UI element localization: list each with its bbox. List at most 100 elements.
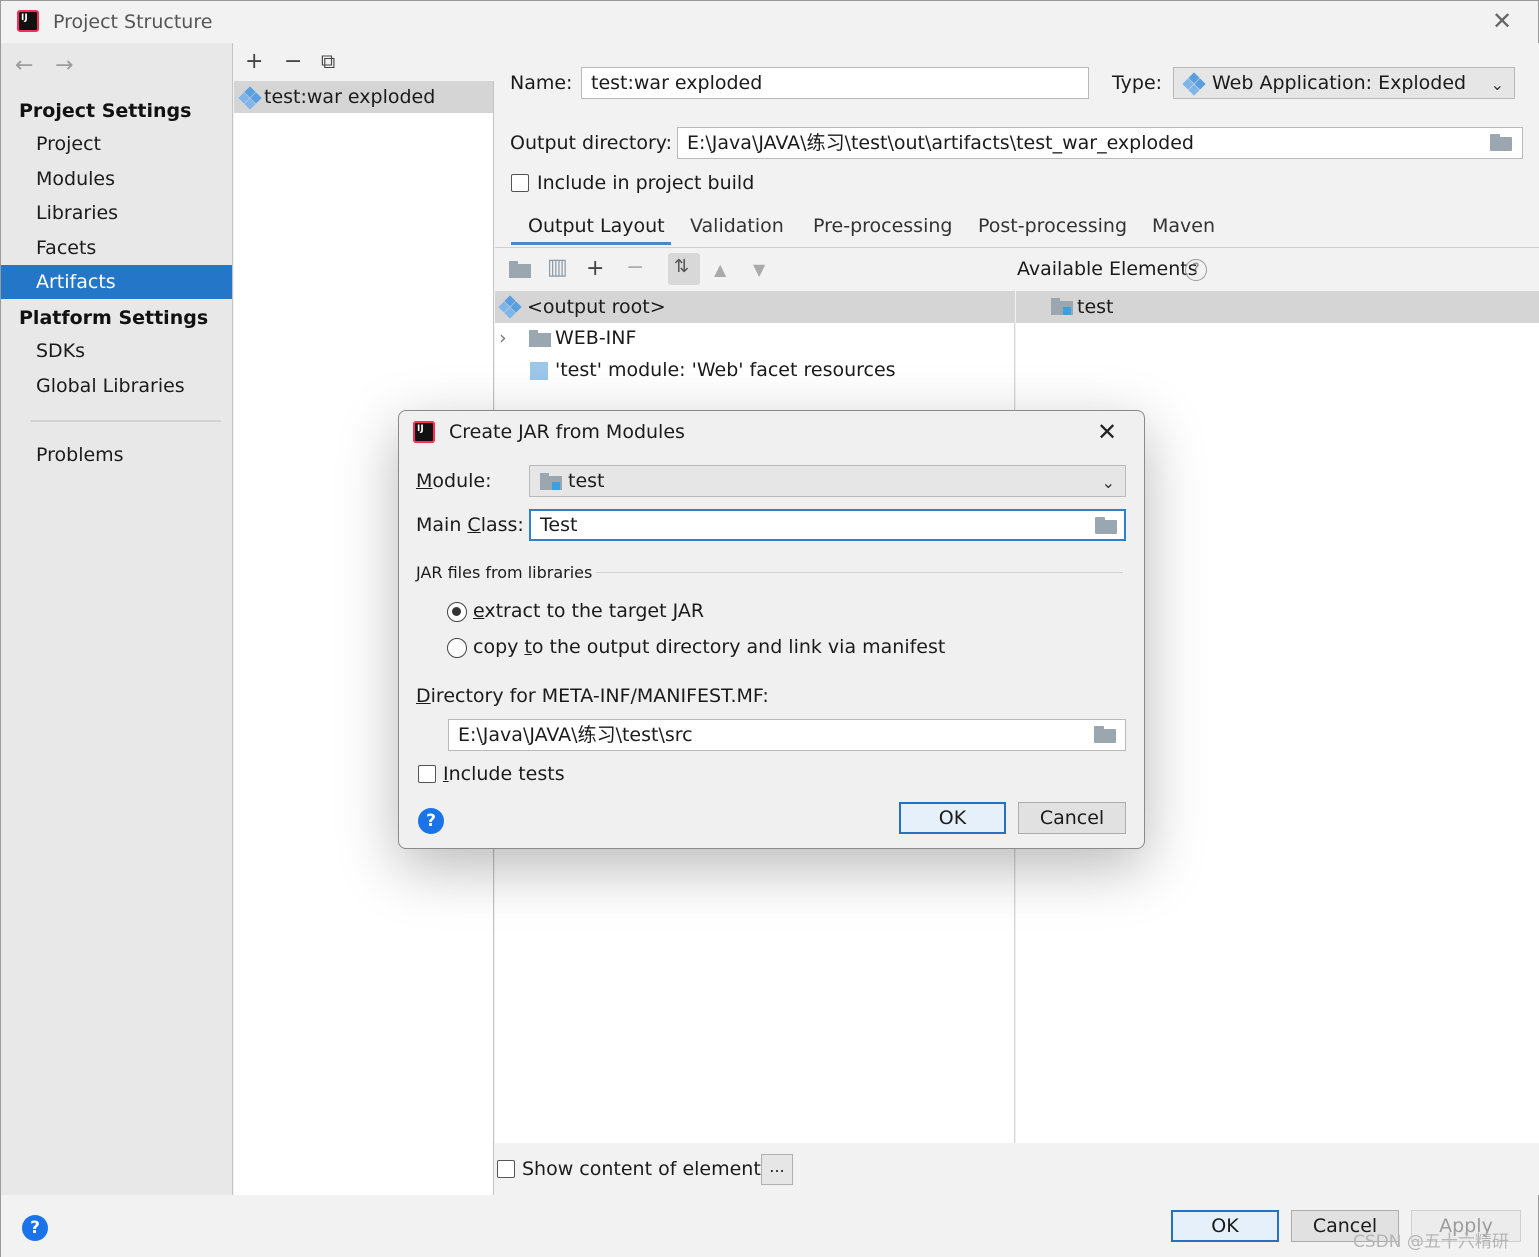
- module-label: Module:: [416, 470, 492, 492]
- main-class-value: Test: [540, 514, 578, 536]
- copy-radio-mnemonic: t: [524, 636, 532, 658]
- tab-validation[interactable]: Validation: [690, 215, 784, 237]
- back-arrow-icon[interactable]: ←: [15, 53, 33, 78]
- more-options-button[interactable]: ...: [761, 1154, 793, 1185]
- add-icon[interactable]: +: [245, 51, 263, 73]
- sidebar-item-problems[interactable]: Problems: [1, 438, 232, 472]
- type-dropdown-value: Web Application: Exploded: [1212, 72, 1467, 94]
- module-folder-icon: [1051, 298, 1073, 315]
- platform-settings-header: Platform Settings: [19, 307, 209, 329]
- tree-row-web-inf[interactable]: › WEB-INF: [495, 323, 1015, 355]
- browse-folder-icon[interactable]: [1490, 134, 1514, 152]
- ok-button[interactable]: OK: [1171, 1210, 1279, 1242]
- tab-maven[interactable]: Maven: [1152, 215, 1215, 237]
- manifest-directory-value: E:\Java\JAVA\练习\test\src: [458, 724, 693, 746]
- include-tests-text: nclude tests: [448, 763, 565, 785]
- help-icon[interactable]: ?: [1185, 259, 1207, 281]
- show-content-checkbox[interactable]: [497, 1160, 515, 1178]
- include-tests-checkbox[interactable]: [418, 765, 436, 783]
- sidebar-item-libraries[interactable]: Libraries: [1, 196, 232, 230]
- chevron-down-icon: ⌄: [1490, 75, 1504, 94]
- module-label-text: odule:: [432, 470, 492, 492]
- archive-icon[interactable]: ▥: [547, 257, 568, 279]
- help-icon[interactable]: ?: [22, 1215, 48, 1241]
- chevron-down-icon: ⌄: [1101, 473, 1115, 492]
- project-structure-window: Project Structure ✕ ← → Project Settings…: [0, 0, 1539, 1257]
- dialog-ok-button[interactable]: OK: [899, 802, 1006, 834]
- sort-button[interactable]: ⇅: [668, 253, 700, 285]
- main-class-label-text-a: Main: [416, 514, 468, 536]
- sidebar-item-global-libraries[interactable]: Global Libraries: [1, 369, 232, 403]
- copy-radio-text-b: o the output directory and link via mani…: [531, 636, 946, 658]
- module-dropdown-value: test: [568, 470, 605, 492]
- project-settings-header: Project Settings: [19, 100, 192, 122]
- include-in-build-label: Include in project build: [537, 172, 755, 194]
- sort-alpha-icon: ⇅: [674, 256, 690, 277]
- type-label: Type:: [1112, 72, 1163, 94]
- sidebar-item-project[interactable]: Project: [1, 127, 232, 161]
- artifact-list-item[interactable]: test:war exploded: [234, 81, 493, 113]
- active-tab-indicator: [511, 242, 671, 245]
- artifacts-toolbar: + − ⧉: [234, 43, 494, 81]
- folder-icon: [529, 330, 551, 347]
- main-class-label-mnemonic: C: [467, 514, 481, 536]
- extract-radio-label: extract to the target JAR: [473, 600, 704, 622]
- available-row-test[interactable]: test: [1016, 291, 1539, 323]
- manifest-label-mnemonic: D: [416, 685, 431, 707]
- remove-icon[interactable]: −: [284, 51, 302, 73]
- browse-folder-icon[interactable]: [1095, 517, 1119, 535]
- sidebar-item-facets[interactable]: Facets: [1, 231, 232, 265]
- output-directory-value: E:\Java\JAVA\练习\test\out\artifacts\test_…: [687, 132, 1194, 154]
- include-in-build-checkbox[interactable]: [511, 174, 529, 192]
- sidebar-item-modules[interactable]: Modules: [1, 162, 232, 196]
- tree-row-facet-resources[interactable]: 'test' module: 'Web' facet resources: [495, 355, 1015, 387]
- new-directory-icon[interactable]: [509, 261, 531, 278]
- tabs-divider: [495, 247, 1539, 248]
- add-element-icon[interactable]: +: [586, 258, 604, 280]
- tab-output-layout[interactable]: Output Layout: [528, 215, 665, 237]
- tree-label-facet-resources: 'test' module: 'Web' facet resources: [555, 359, 896, 381]
- tree-row-output-root[interactable]: <output root>: [495, 291, 1015, 323]
- sidebar-item-sdks[interactable]: SDKs: [1, 334, 232, 368]
- move-down-icon[interactable]: ▼: [753, 259, 765, 281]
- include-tests-label: Include tests: [443, 763, 565, 785]
- browse-folder-icon[interactable]: [1094, 726, 1118, 744]
- copy-icon[interactable]: ⧉: [321, 50, 335, 72]
- tab-post-processing[interactable]: Post-processing: [978, 215, 1127, 237]
- tab-pre-processing[interactable]: Pre-processing: [813, 215, 952, 237]
- web-resource-icon: [530, 362, 548, 380]
- module-folder-icon: [540, 473, 562, 490]
- copy-radio-text-a: copy: [473, 636, 525, 658]
- copy-radio-label: copy to the output directory and link vi…: [473, 636, 945, 658]
- forward-arrow-icon[interactable]: →: [55, 53, 73, 78]
- help-icon[interactable]: ?: [418, 808, 444, 834]
- web-artifact-icon: [238, 86, 262, 110]
- main-class-field[interactable]: Test: [529, 509, 1126, 541]
- extract-radio[interactable]: [447, 602, 467, 622]
- dialog-cancel-button[interactable]: Cancel: [1018, 802, 1126, 834]
- output-directory-field[interactable]: E:\Java\JAVA\练习\test\out\artifacts\test_…: [677, 127, 1523, 159]
- web-application-icon: [1182, 72, 1206, 96]
- dialog-title: Create JAR from Modules: [449, 421, 685, 443]
- manifest-directory-field[interactable]: E:\Java\JAVA\练习\test\src: [448, 719, 1126, 751]
- chevron-right-icon[interactable]: ›: [499, 327, 507, 349]
- close-icon[interactable]: ✕: [1491, 9, 1513, 33]
- manifest-directory-label: Directory for META-INF/MANIFEST.MF:: [416, 685, 769, 707]
- window-title: Project Structure: [53, 11, 213, 33]
- output-directory-label: Output directory:: [510, 132, 673, 154]
- module-dropdown[interactable]: test ⌄: [529, 465, 1126, 497]
- main-class-label: Main Class:: [416, 514, 524, 536]
- tree-label-web-inf: WEB-INF: [555, 327, 637, 349]
- module-label-mnemonic: M: [416, 470, 433, 492]
- sidebar-item-artifacts[interactable]: Artifacts: [1, 265, 232, 299]
- artifact-list-item-label: test:war exploded: [264, 86, 436, 108]
- show-content-label: Show content of elements: [522, 1158, 771, 1180]
- watermark: CSDN @五十六精研: [1353, 1232, 1509, 1252]
- copy-radio[interactable]: [447, 638, 467, 658]
- tree-label-output-root: <output root>: [527, 296, 666, 318]
- name-field[interactable]: test:war exploded: [581, 67, 1089, 99]
- close-icon[interactable]: ✕: [1097, 418, 1117, 446]
- move-up-icon[interactable]: ▲: [714, 259, 726, 281]
- type-dropdown[interactable]: Web Application: Exploded ⌄: [1173, 67, 1515, 99]
- remove-element-icon[interactable]: −: [626, 257, 644, 279]
